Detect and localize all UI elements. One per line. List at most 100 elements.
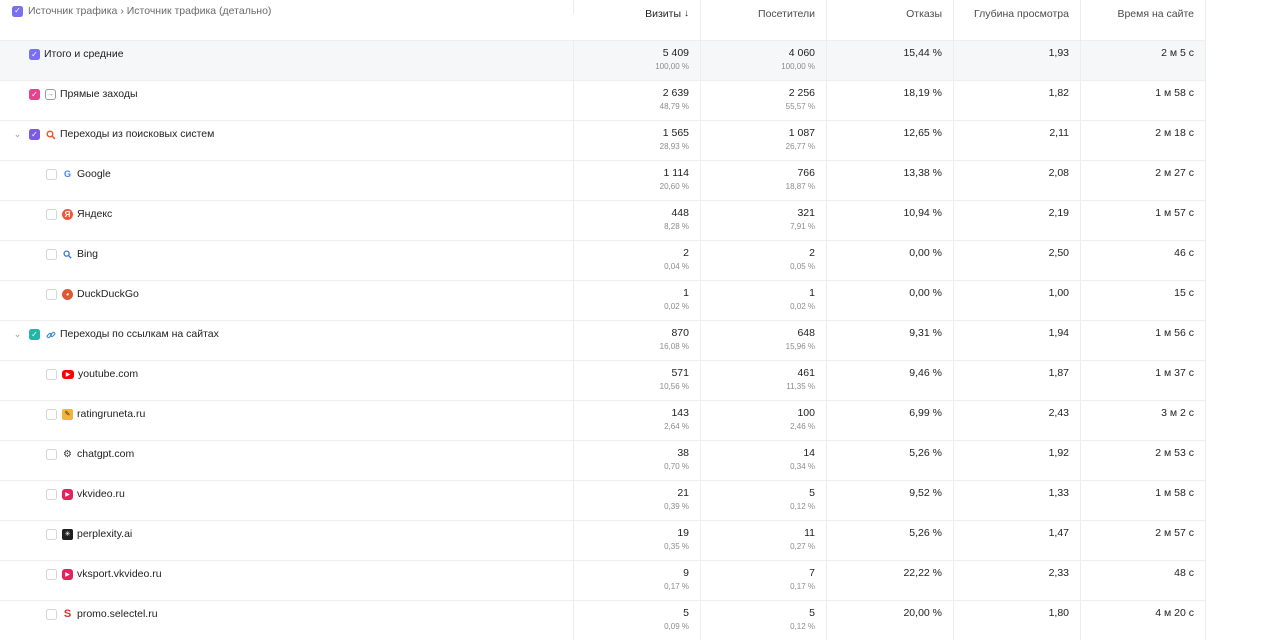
time-header-label[interactable]: Время на сайте: [1117, 8, 1194, 20]
table-row[interactable]: S promo.selectel.ru 5 0,09 % 5 0,12 % 20,0…: [0, 600, 1206, 640]
table-row[interactable]: ✳ perplexity.ai 19 0,35 % 11 0,27 % 5,26 %…: [0, 520, 1206, 560]
visitors-cell: 766 18,87 %: [701, 161, 827, 200]
row-label[interactable]: Яндекс: [77, 208, 112, 221]
row-checkbox[interactable]: [46, 449, 57, 460]
visits-share: 48,79 %: [659, 102, 689, 111]
yandex-icon: Я: [62, 209, 73, 220]
row-checkbox[interactable]: [46, 409, 57, 420]
table-row[interactable]: ⌄ ✓ Переходы из поисковых систем 1 565 28…: [0, 120, 1206, 160]
row-checkbox[interactable]: [46, 289, 57, 300]
row-label[interactable]: promo.selectel.ru: [77, 608, 158, 621]
visits-share: 8,28 %: [664, 222, 689, 231]
time-column-header[interactable]: Время на сайте: [1081, 0, 1206, 40]
table-row[interactable]: ⌄ ✓ Переходы по ссылкам на сайтах 870 16,…: [0, 320, 1206, 360]
visits-value: 19: [677, 527, 689, 539]
table-row[interactable]: ◕ DuckDuckGo 1 0,02 % 1 0,02 % 0,00 % 1,00…: [0, 280, 1206, 320]
table-row[interactable]: ▶ youtube.com 571 10,56 % 461 11,35 % 9,46…: [0, 360, 1206, 400]
row-checkbox[interactable]: [46, 489, 57, 500]
visitors-header-label[interactable]: Посетители: [758, 8, 815, 20]
bounces-value: 12,65 %: [903, 127, 942, 139]
row-checkbox[interactable]: ✓: [29, 129, 40, 140]
visitors-cell: 5 0,12 %: [701, 601, 827, 640]
row-checkbox[interactable]: [46, 569, 57, 580]
row-checkbox[interactable]: ✓: [29, 329, 40, 340]
visitors-share: 0,17 %: [790, 582, 815, 591]
row-label[interactable]: Bing: [77, 248, 98, 261]
row-label[interactable]: Google: [77, 168, 111, 181]
chevron-down-icon[interactable]: ⌄: [12, 129, 23, 140]
time-cell: 3 м 2 с: [1081, 401, 1206, 440]
row-checkbox[interactable]: ✓: [29, 89, 40, 100]
visitors-cell: 321 7,91 %: [701, 201, 827, 240]
time-value: 2 м 53 с: [1155, 447, 1194, 459]
row-label[interactable]: DuckDuckGo: [77, 288, 139, 301]
row-label[interactable]: ratingruneta.ru: [77, 408, 145, 421]
bounces-cell: 18,19 %: [827, 81, 954, 120]
row-checkbox[interactable]: [46, 209, 57, 220]
perplexity-icon: ✳: [62, 529, 73, 540]
visits-column-header[interactable]: Визиты ↓: [574, 0, 701, 40]
arrow-down-icon[interactable]: ↓: [684, 8, 689, 19]
table-row[interactable]: ⚙ chatgpt.com 38 0,70 % 14 0,34 % 5,26 % 1…: [0, 440, 1206, 480]
visitors-value: 4 060: [788, 47, 815, 59]
row-label[interactable]: vkvideo.ru: [77, 488, 125, 501]
dimension-header[interactable]: ✓ Источник трафика › Источник трафика (д…: [0, 0, 574, 17]
visits-share: 10,56 %: [659, 382, 689, 391]
table-row[interactable]: ✎ ratingruneta.ru 143 2,64 % 100 2,46 % 6,…: [0, 400, 1206, 440]
row-label[interactable]: youtube.com: [78, 368, 138, 381]
visitors-value: 461: [797, 367, 815, 379]
visitors-cell: 2 256 55,57 %: [701, 81, 827, 120]
table-row[interactable]: Я Яндекс 448 8,28 % 321 7,91 % 10,94 % 2,1…: [0, 200, 1206, 240]
depth-cell: 1,92: [954, 441, 1081, 480]
row-checkbox[interactable]: [46, 609, 57, 620]
depth-value: 1,47: [1048, 527, 1069, 539]
depth-header-label[interactable]: Глубина просмотра: [974, 8, 1069, 20]
visitors-value: 2 256: [788, 87, 815, 99]
table-row[interactable]: ✓ → Прямые заходы 2 639 48,79 % 2 256 55,5…: [0, 80, 1206, 120]
row-label[interactable]: vksport.vkvideo.ru: [77, 568, 162, 581]
row-label[interactable]: Переходы по ссылкам на сайтах: [60, 328, 219, 341]
time-value: 2 м 27 с: [1155, 167, 1194, 179]
visits-cell: 5 0,09 %: [574, 601, 701, 640]
depth-column-header[interactable]: Глубина просмотра: [954, 0, 1081, 40]
bounces-value: 22,22 %: [903, 567, 942, 579]
row-label[interactable]: perplexity.ai: [77, 528, 132, 541]
visits-value: 2: [683, 247, 689, 259]
depth-value: 1,33: [1048, 487, 1069, 499]
row-checkbox[interactable]: [46, 369, 57, 380]
bounces-column-header[interactable]: Отказы: [827, 0, 954, 40]
time-cell: 1 м 37 с: [1081, 361, 1206, 400]
visits-share: 0,09 %: [664, 622, 689, 631]
bounces-cell: 9,31 %: [827, 321, 954, 360]
visits-cell: 1 114 20,60 %: [574, 161, 701, 200]
table-row[interactable]: G Google 1 114 20,60 % 766 18,87 % 13,38 %…: [0, 160, 1206, 200]
row-checkbox[interactable]: [46, 249, 57, 260]
bounces-header-label[interactable]: Отказы: [906, 8, 942, 20]
row-checkbox[interactable]: [46, 529, 57, 540]
row-name: ✓ Итого и средние: [0, 41, 574, 80]
table-row[interactable]: ▶ vkvideo.ru 21 0,39 % 5 0,12 % 9,52 % 1,3…: [0, 480, 1206, 520]
visits-share: 100,00 %: [655, 62, 689, 71]
row-name: Я Яндекс: [0, 201, 574, 240]
chevron-down-icon[interactable]: ⌄: [12, 329, 23, 340]
time-cell: 2 м 53 с: [1081, 441, 1206, 480]
bounces-cell: 9,52 %: [827, 481, 954, 520]
visitors-value: 2: [809, 247, 815, 259]
row-label[interactable]: Прямые заходы: [60, 88, 138, 101]
table-row[interactable]: Bing 2 0,04 % 2 0,05 % 0,00 % 2,50 46 с: [0, 240, 1206, 280]
visits-header-label[interactable]: Визиты: [645, 8, 681, 20]
visits-value: 1 565: [662, 127, 689, 139]
row-checkbox[interactable]: [46, 169, 57, 180]
visits-cell: 5 409 100,00 %: [574, 41, 701, 80]
row-label[interactable]: Переходы из поисковых систем: [60, 128, 214, 141]
select-all-checkbox[interactable]: ✓: [12, 5, 23, 17]
row-label[interactable]: chatgpt.com: [77, 448, 134, 461]
row-checkbox[interactable]: ✓: [29, 49, 40, 60]
visitors-cell: 648 15,96 %: [701, 321, 827, 360]
table-row[interactable]: ▶ vksport.vkvideo.ru 9 0,17 % 7 0,17 % 22,…: [0, 560, 1206, 600]
visitors-share: 0,34 %: [790, 462, 815, 471]
dimension-label[interactable]: Источник трафика › Источник трафика (дет…: [28, 5, 271, 17]
visitors-column-header[interactable]: Посетители: [701, 0, 827, 40]
visits-value: 571: [671, 367, 689, 379]
visits-value: 9: [683, 567, 689, 579]
